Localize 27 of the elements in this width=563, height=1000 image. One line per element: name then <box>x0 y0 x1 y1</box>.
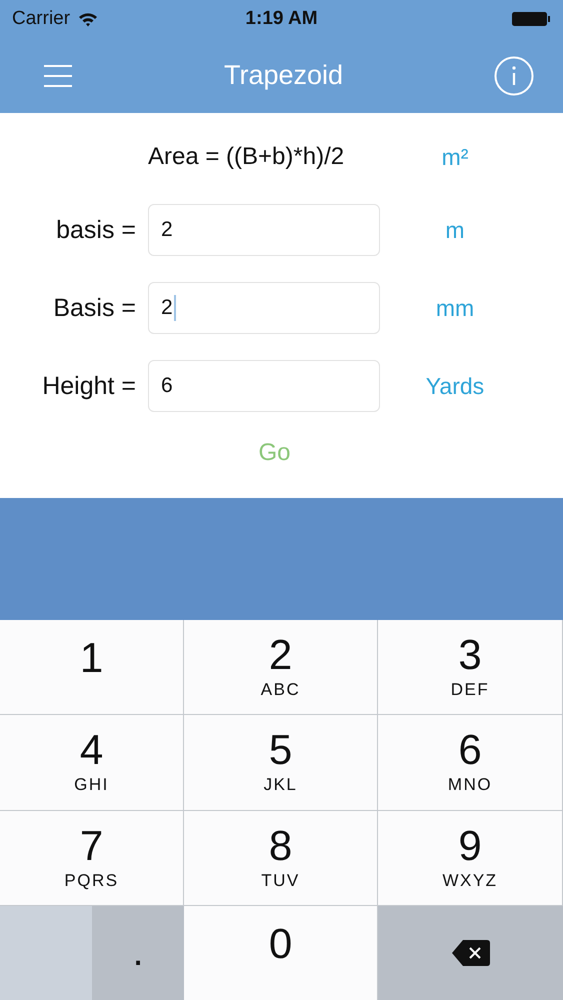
info-icon[interactable] <box>494 56 534 96</box>
delete-key[interactable] <box>378 906 563 1000</box>
keyboard-key[interactable]: 6 MNO <box>378 715 563 810</box>
keyboard-key[interactable]: 7 PQRS <box>0 810 184 905</box>
input-field[interactable]: 2 <box>148 204 380 256</box>
keyboard-key[interactable]: 0 <box>184 906 378 1000</box>
carrier-name: Carrier <box>12 8 70 30</box>
input-field[interactable]: 6 <box>148 360 380 412</box>
input-field[interactable]: 2 <box>148 282 380 334</box>
keyboard-key[interactable]: 8 TUV <box>184 810 378 905</box>
screen-title: Trapezoid <box>224 60 344 91</box>
keyboard-key[interactable]: 4 GHI <box>0 715 184 810</box>
field-label: basis = <box>55 216 137 244</box>
keyboard-key[interactable]: 9 WXYZ <box>378 810 563 905</box>
wifi-icon <box>78 12 98 26</box>
field-label: Height = <box>41 372 137 400</box>
area-formula: Area = ((B+b)*h)/2 <box>148 143 346 171</box>
decimal-key[interactable]: . <box>92 906 184 1000</box>
keyboard-key[interactable]: 2 ABC <box>184 620 378 714</box>
keyboard-key[interactable]: 5 JKL <box>184 715 378 810</box>
battery-icon <box>511 11 551 27</box>
backspace-icon <box>450 938 490 967</box>
status-time: 1:19 AM <box>245 8 318 30</box>
keyboard-key[interactable]: 3 DEF <box>378 620 563 714</box>
field-label: Basis = <box>52 294 137 322</box>
menu-icon[interactable] <box>43 64 73 88</box>
keyboard-key[interactable]: 1 <box>0 620 184 714</box>
